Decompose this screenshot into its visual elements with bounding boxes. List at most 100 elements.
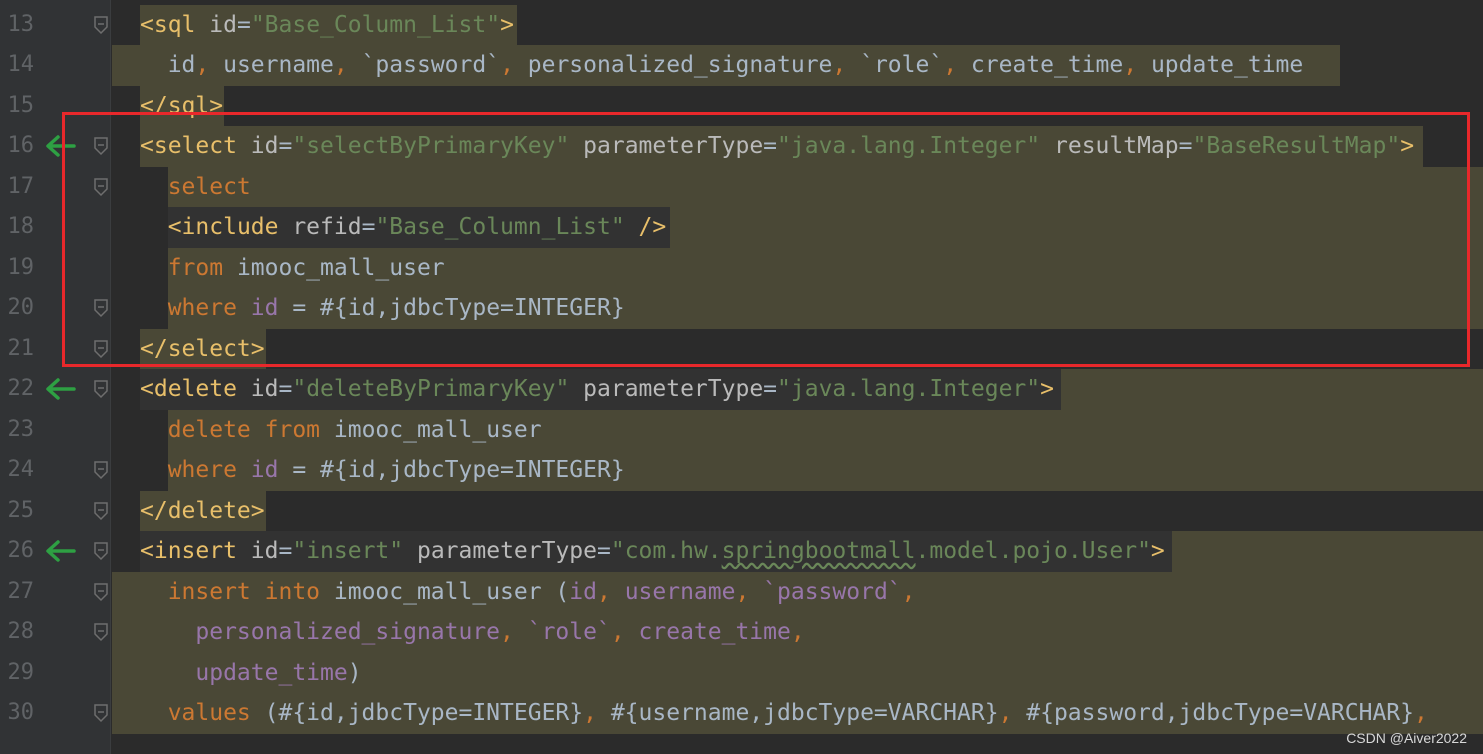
fold-marker-icon[interactable] [93, 177, 109, 197]
line-number: 25 [7, 497, 35, 523]
line-number: 30 [7, 700, 35, 725]
fold-marker-icon[interactable] [93, 541, 109, 561]
code-token: `role` [860, 52, 944, 78]
code-token: = [361, 214, 376, 240]
code-token: <insert [140, 538, 251, 564]
code-token: id [250, 133, 279, 159]
code-token: id [250, 295, 279, 321]
code-token: id [209, 11, 237, 38]
code-token: , [1123, 52, 1151, 78]
code-token: > [1040, 376, 1054, 402]
code-text: where id = #{id,jdbcType=INTEGER} [140, 450, 625, 491]
code-token: , [596, 578, 625, 605]
code-line[interactable]: 22 <delete id="deleteByPrimaryKey" parame… [0, 369, 1483, 410]
code-line[interactable]: 19 from imooc_mall_user [0, 247, 1483, 289]
code-text: <insert id="insert" parameterType="com.h… [140, 531, 1165, 572]
line-highlight [670, 207, 1483, 248]
code-token: = [597, 538, 611, 564]
implementation-arrow-icon[interactable] [44, 134, 76, 158]
code-token: <include [167, 214, 293, 240]
code-line[interactable]: 29 update_time) [0, 652, 1483, 694]
code-token: #{username,jdbcType=VARCHAR} [610, 700, 999, 726]
code-line[interactable]: 25 </delete> [0, 490, 1483, 531]
code-line[interactable]: 14 id, username, `password`, personalize… [0, 45, 1483, 86]
fold-marker-icon[interactable] [93, 136, 109, 156]
fold-marker-icon[interactable] [93, 379, 109, 399]
code-line[interactable]: 15 </sql> [0, 85, 1483, 126]
code-text: id, username, `password`, personalized_s… [140, 45, 1304, 86]
line-number: 19 [7, 254, 35, 280]
code-token: , [998, 700, 1027, 726]
code-token: personalized_signature [527, 52, 833, 78]
code-token: , [500, 619, 528, 645]
code-text: delete from imooc_mall_user [140, 410, 542, 451]
code-text: <select id="selectByPrimaryKey" paramete… [140, 126, 1414, 167]
fold-marker-icon[interactable] [93, 501, 109, 521]
code-token: imooc_mall_user ( [333, 578, 570, 605]
implementation-arrow-icon[interactable] [44, 377, 76, 401]
code-token: <delete [140, 376, 251, 402]
code-text: values (#{id,jdbcType=INTEGER}, #{userna… [140, 693, 1428, 734]
code-token: <sql [140, 11, 210, 38]
code-token: refid [292, 214, 362, 240]
code-token: = [278, 538, 293, 564]
code-token: > [500, 11, 514, 38]
watermark: CSDN @Aiver2022 [1346, 730, 1467, 746]
code-token: parameterType [583, 376, 764, 402]
code-token: > [1150, 538, 1165, 564]
code-line[interactable]: 27 insert into imooc_mall_user (id, user… [0, 571, 1483, 613]
code-text: insert into imooc_mall_user (id, usernam… [140, 572, 916, 613]
code-token: ) [347, 659, 362, 686]
code-editor[interactable]: 13 <sql id="Base_Column_List"> 14 id, user… [0, 0, 1483, 754]
code-line[interactable]: 30 values (#{id,jdbcType=INTEGER}, #{use… [0, 693, 1483, 734]
code-token: insert into [140, 578, 334, 605]
code-token: , [832, 52, 861, 78]
code-token: `password` [763, 578, 902, 605]
code-text: from imooc_mall_user [140, 248, 445, 289]
fold-marker-icon[interactable] [93, 703, 109, 723]
code-token: imooc_mall_user [236, 254, 445, 281]
code-line[interactable]: 13 <sql id="Base_Column_List"> [0, 4, 1483, 45]
line-number: 23 [7, 416, 35, 442]
code-token: id [140, 52, 196, 78]
code-token: , [901, 578, 916, 605]
fold-marker-icon[interactable] [93, 622, 109, 642]
code-line[interactable]: 18 <include refid="Base_Column_List" /> [0, 207, 1483, 248]
fold-marker-icon[interactable] [93, 460, 109, 480]
code-token: /> [638, 214, 667, 240]
fold-marker-icon[interactable] [93, 582, 109, 602]
code-token: update_time [1150, 52, 1304, 78]
code-text: update_time) [140, 653, 362, 694]
code-line[interactable]: 23 delete from imooc_mall_user [0, 409, 1483, 451]
code-line[interactable]: 16 <select id="selectByPrimaryKey" parame… [0, 126, 1483, 167]
code-token: , [735, 578, 764, 605]
code-token: , [1414, 700, 1428, 726]
code-token: "java.lang.Integer" [777, 376, 1041, 402]
fold-marker-icon[interactable] [93, 298, 109, 318]
code-line[interactable]: 20 where id = #{id,jdbcType=INTEGER} [0, 288, 1483, 329]
code-line[interactable]: 17 select [0, 166, 1483, 207]
code-line[interactable]: 28 personalized_signature, `role`, creat… [0, 612, 1483, 653]
code-token: springbootmall [721, 538, 916, 564]
fold-marker-icon[interactable] [93, 15, 109, 35]
code-token: #{password,jdbcType=VARCHAR} [1026, 700, 1414, 726]
code-token: "Base_Column_List" [375, 214, 625, 240]
line-number: 15 [7, 92, 35, 118]
code-text: <include refid="Base_Column_List" /> [140, 207, 667, 248]
fold-marker-icon[interactable] [93, 339, 109, 359]
code-token: from [140, 254, 237, 281]
code-token: id [250, 457, 279, 483]
code-token: where [140, 295, 251, 321]
code-line[interactable]: 24 where id = #{id,jdbcType=INTEGER} [0, 450, 1483, 491]
code-line[interactable]: 26 <insert id="insert" parameterType="com… [0, 531, 1483, 572]
code-line[interactable]: 21 </select> [0, 328, 1483, 369]
code-token: "Base_Column_List" [250, 11, 501, 38]
implementation-arrow-icon[interactable] [44, 539, 76, 563]
